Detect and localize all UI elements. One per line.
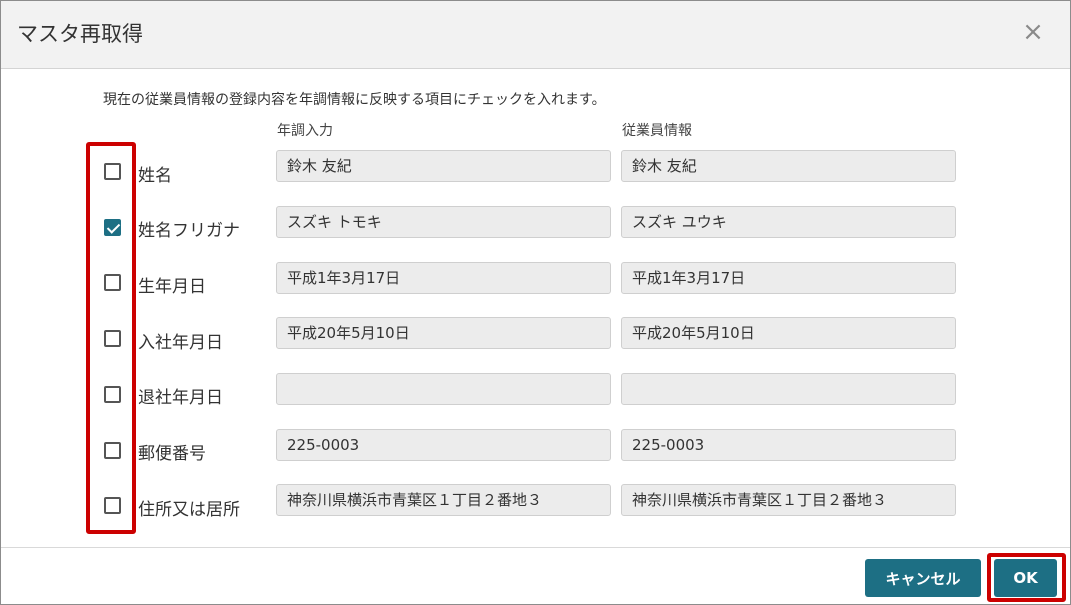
nencho-field-name: 鈴木 友紀 xyxy=(276,150,611,182)
ok-button-highlight xyxy=(987,553,1066,602)
nencho-field-address: 神奈川県横浜市青葉区１丁目２番地３ xyxy=(276,484,611,516)
employee-field-hire-date: 平成20年5月10日 xyxy=(621,317,956,349)
employee-field-name: 鈴木 友紀 xyxy=(621,150,956,182)
nencho-field-leave-date xyxy=(276,373,611,405)
employee-field-postal-code: 225-0003 xyxy=(621,429,956,461)
checkbox-column-highlight xyxy=(86,142,136,534)
employee-field-birthdate: 平成1年3月17日 xyxy=(621,262,956,294)
row-label-hire-date: 入社年月日 xyxy=(138,333,223,353)
column-header-nencho: 年調入力 xyxy=(277,123,333,139)
close-icon[interactable]: × xyxy=(1019,17,1047,47)
employee-field-name-furigana: スズキ ユウキ xyxy=(621,206,956,238)
row-label-postal-code: 郵便番号 xyxy=(138,444,206,464)
row-label-birthdate: 生年月日 xyxy=(138,277,206,297)
nencho-field-hire-date: 平成20年5月10日 xyxy=(276,317,611,349)
row-label-name-furigana: 姓名フリガナ xyxy=(138,221,240,241)
nencho-field-name-furigana: スズキ トモキ xyxy=(276,206,611,238)
nencho-field-birthdate: 平成1年3月17日 xyxy=(276,262,611,294)
row-label-leave-date: 退社年月日 xyxy=(138,388,223,408)
dialog-description: 現在の従業員情報の登録内容を年調情報に反映する項目にチェックを入れます。 xyxy=(103,92,606,108)
employee-field-leave-date xyxy=(621,373,956,405)
employee-field-address: 神奈川県横浜市青葉区１丁目２番地３ xyxy=(621,484,956,516)
row-label-address: 住所又は居所 xyxy=(138,500,240,520)
row-label-name: 姓名 xyxy=(138,166,172,186)
nencho-field-postal-code: 225-0003 xyxy=(276,429,611,461)
dialog-title: マスタ再取得 xyxy=(17,22,143,46)
master-refetch-dialog: マスタ再取得 × 現在の従業員情報の登録内容を年調情報に反映する項目にチェックを… xyxy=(0,0,1071,605)
cancel-button[interactable]: キャンセル xyxy=(865,559,981,597)
footer-divider xyxy=(1,547,1070,548)
column-header-employee: 従業員情報 xyxy=(622,123,692,139)
dialog-titlebar: マスタ再取得 × xyxy=(1,1,1070,69)
